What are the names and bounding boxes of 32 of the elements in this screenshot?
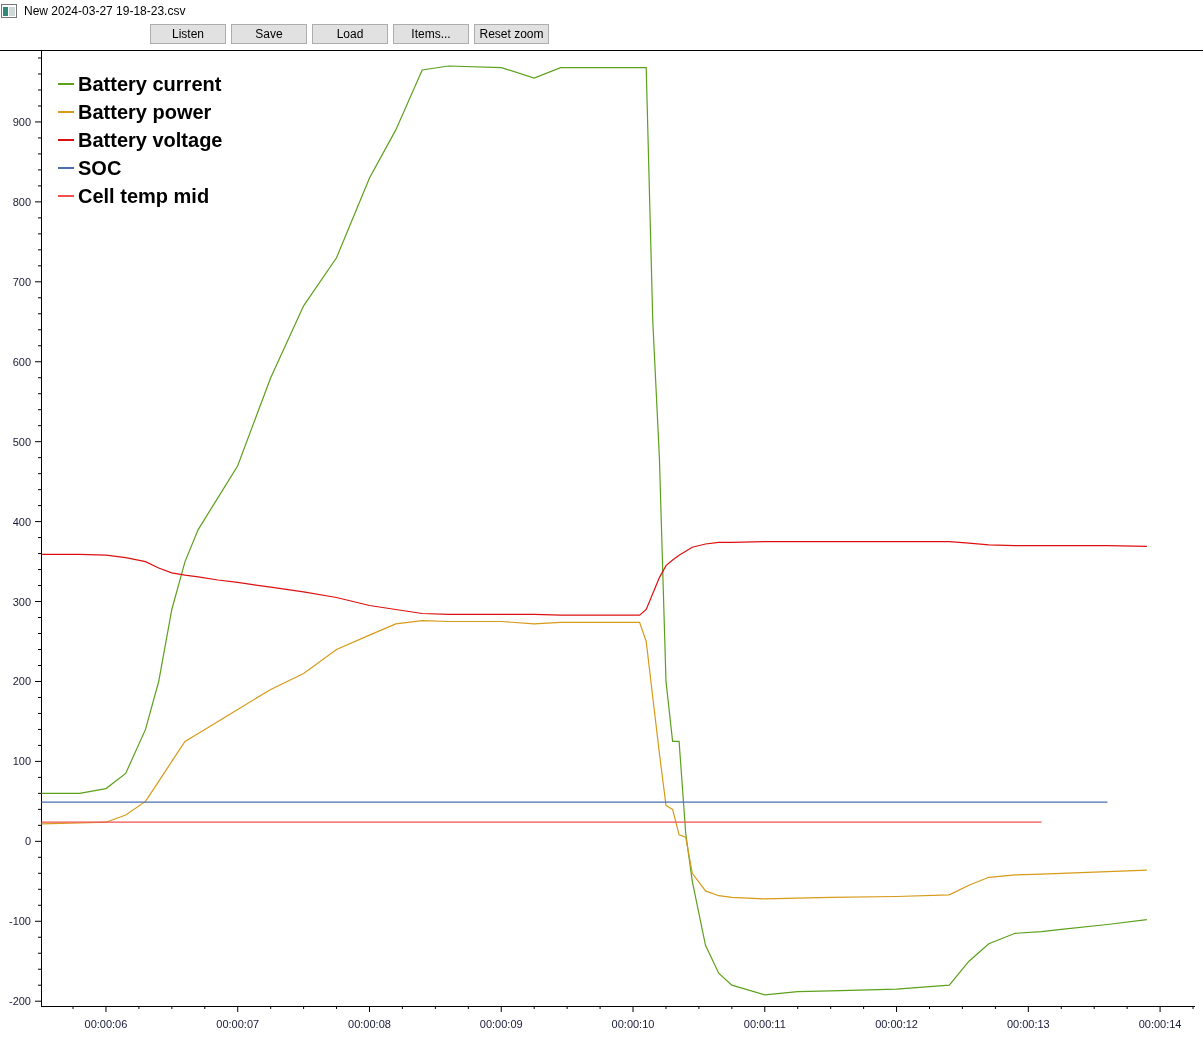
- toolbar-button[interactable]: Reset zoom: [474, 24, 549, 44]
- axis-label: 00:00:09: [479, 1018, 523, 1030]
- axis-label: 0: [24, 835, 31, 848]
- axis-label: 00:00:13: [1006, 1018, 1050, 1030]
- axis-label: -200: [8, 995, 31, 1008]
- axis-label: 00:00:12: [875, 1018, 918, 1030]
- axis-label: 00:00:14: [1138, 1018, 1182, 1030]
- axis-label: 00:00:06: [84, 1018, 128, 1030]
- axis-label: 00:00:11: [743, 1018, 786, 1030]
- axis-label: 600: [12, 355, 31, 368]
- axis-label: 800: [12, 195, 31, 208]
- toolbar-button[interactable]: Listen: [150, 24, 226, 44]
- axis-label: 00:00:07: [216, 1018, 260, 1030]
- axis-label: 500: [12, 435, 31, 448]
- toolbar-button[interactable]: Save: [231, 24, 307, 44]
- axis-label: 100: [12, 755, 31, 768]
- axis-label: 200: [12, 675, 31, 688]
- window-title: New 2024-03-27 19-18-23.csv: [24, 4, 186, 18]
- legend-label: Battery current: [78, 72, 222, 96]
- legend-label: Battery power: [78, 100, 212, 124]
- toolbar-button[interactable]: Items...: [393, 24, 469, 44]
- legend-label: Cell temp mid: [78, 184, 210, 208]
- toolbar-button[interactable]: Load: [312, 24, 388, 44]
- axis-label: 300: [12, 595, 31, 608]
- axis-label: 900: [12, 115, 31, 128]
- axis-label: 00:00:08: [348, 1018, 391, 1030]
- legend-label: SOC: [78, 156, 122, 180]
- axis-label: -100: [8, 915, 31, 928]
- axis-label: 400: [12, 515, 31, 528]
- axis-label: 00:00:10: [611, 1018, 655, 1030]
- legend-label: Battery voltage: [78, 128, 223, 152]
- axis-label: 700: [12, 275, 31, 288]
